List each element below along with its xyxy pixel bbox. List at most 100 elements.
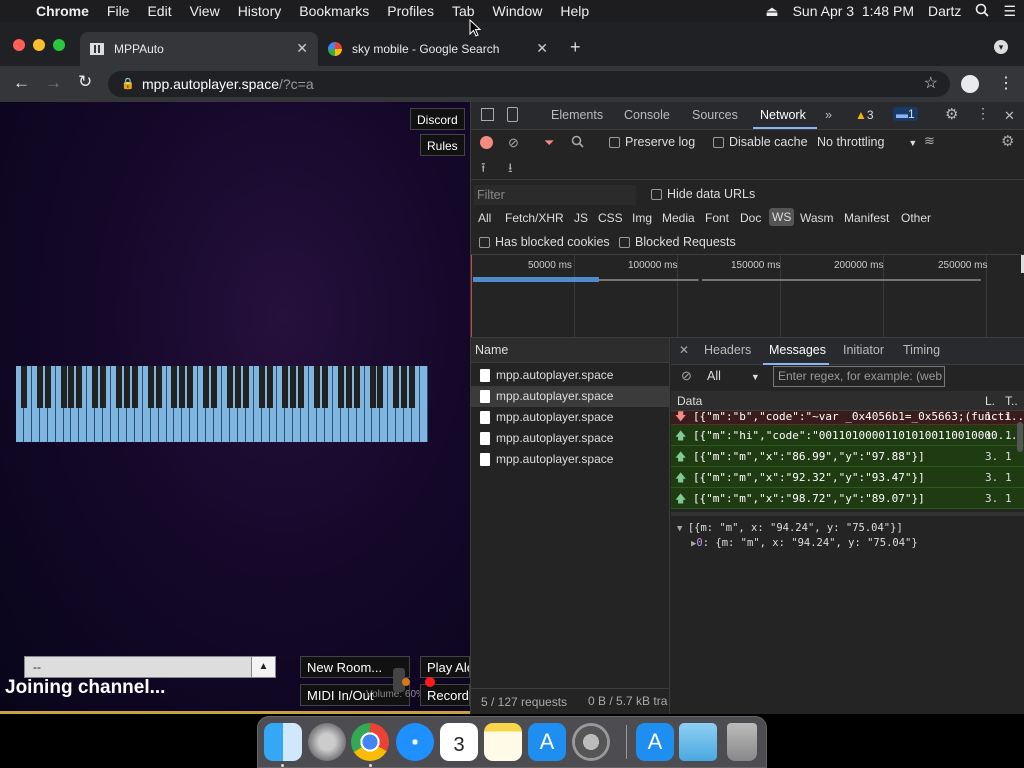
piano-black-key[interactable] <box>44 366 51 408</box>
reload-icon[interactable]: ↻ <box>78 72 92 92</box>
request-row-selected[interactable]: mpp.autoplayer.space <box>471 386 669 407</box>
export-har-icon[interactable]: ⭳ <box>508 159 513 181</box>
menubar-user[interactable]: Dartz <box>928 3 961 19</box>
piano-black-key[interactable] <box>171 366 178 408</box>
ws-message-row[interactable]: 🡅 [{"m":"m","x":"98.72","y":"89.07"}] 3.… <box>671 488 1024 509</box>
filter-funnel-icon[interactable]: ⏷ <box>544 135 554 151</box>
timeline-overview[interactable]: 50000 ms 100000 ms 150000 ms 200000 ms 2… <box>471 255 1024 337</box>
network-settings-icon[interactable]: ⚙ <box>1001 132 1014 150</box>
piano-black-key[interactable] <box>258 366 265 408</box>
safari-icon[interactable] <box>396 723 434 761</box>
detail-close-icon[interactable]: ✕ <box>679 343 689 357</box>
bookmark-star-icon[interactable]: ☆ <box>924 71 938 97</box>
window-minimize-button[interactable] <box>33 39 45 51</box>
filter-img[interactable]: Img <box>632 211 652 225</box>
discord-button[interactable]: Discord <box>410 108 465 130</box>
window-close-button[interactable] <box>13 39 25 51</box>
tab-headers[interactable]: Headers <box>704 343 751 357</box>
request-row[interactable]: mpp.autoplayer.space <box>471 449 669 470</box>
piano-black-key[interactable] <box>92 366 99 408</box>
piano-black-key[interactable] <box>147 366 154 408</box>
piano-black-key[interactable] <box>345 366 352 408</box>
menu-window[interactable]: Window <box>484 3 552 19</box>
filter-wasm[interactable]: Wasm <box>800 211 834 225</box>
piano-black-key[interactable] <box>393 366 400 408</box>
menubar-datetime[interactable]: Sun Apr 3 1:48 PM <box>793 3 914 19</box>
messages-scrollbar[interactable] <box>1017 422 1023 452</box>
piano-black-key[interactable] <box>298 366 305 408</box>
devtools-close-icon[interactable]: ✕ <box>1004 108 1015 124</box>
piano-black-key[interactable] <box>337 366 344 408</box>
filter-manifest[interactable]: Manifest <box>844 211 889 225</box>
calendar-icon[interactable]: 3 <box>440 723 478 761</box>
tab-close-icon[interactable]: ✕ <box>296 40 308 57</box>
messages-badge[interactable]: ▬1 <box>893 107 918 121</box>
finder-icon[interactable] <box>264 723 302 761</box>
hide-data-urls-checkbox[interactable]: Hide data URLs <box>651 187 755 201</box>
warnings-badge[interactable]: ▲3 <box>855 108 874 122</box>
menu-app-chrome[interactable]: Chrome <box>27 3 98 19</box>
tab-timing[interactable]: Timing <box>903 343 940 357</box>
eject-icon[interactable]: ⏏ <box>765 3 778 20</box>
tab-search-icon[interactable]: ▾ <box>994 40 1008 54</box>
piano-black-key[interactable] <box>203 366 210 408</box>
piano-black-key[interactable] <box>36 366 43 408</box>
notes-icon[interactable] <box>484 723 522 761</box>
tab-network[interactable]: Network <box>760 108 806 122</box>
preview-line[interactable]: ▶0: {m: "m", x: "94.24", y: "75.04"} <box>691 537 918 549</box>
system-preferences-icon[interactable] <box>572 723 610 761</box>
devtools-menu-icon[interactable]: ⋮ <box>976 105 990 122</box>
chrome-menu-icon[interactable]: ⋮ <box>998 73 1014 93</box>
ws-message-row[interactable]: 🡇 [{"m":"b","code":"~var _0x4056b1=_0x56… <box>671 411 1024 425</box>
menu-tab[interactable]: Tab <box>443 3 484 19</box>
clear-icon[interactable]: ⊘ <box>508 135 519 151</box>
network-conditions-icon[interactable]: ≋ <box>924 133 935 149</box>
tab-mppauto[interactable]: MPPAuto ✕ <box>80 32 318 66</box>
tab-sources[interactable]: Sources <box>692 108 738 122</box>
filter-js[interactable]: JS <box>574 211 588 225</box>
ws-message-row[interactable]: 🡅 [{"m":"m","x":"86.99","y":"97.88"}] 3.… <box>671 446 1024 467</box>
rules-button[interactable]: Rules <box>420 134 465 156</box>
time-column-header[interactable]: T.. <box>1005 391 1018 411</box>
piano-black-key[interactable] <box>100 366 107 408</box>
app-store-downloads-icon[interactable]: A <box>636 723 674 761</box>
tab-initiator[interactable]: Initiator <box>843 343 884 357</box>
piano-black-key[interactable] <box>123 366 130 408</box>
message-type-select[interactable]: All ▼ <box>707 369 760 383</box>
piano-black-key[interactable] <box>377 366 384 408</box>
piano-black-key[interactable] <box>60 366 67 408</box>
piano-black-key[interactable] <box>234 366 241 408</box>
menu-profiles[interactable]: Profiles <box>378 3 443 19</box>
forward-arrow-icon[interactable]: → <box>45 73 62 93</box>
profile-avatar-icon[interactable] <box>961 75 979 93</box>
back-arrow-icon[interactable]: ← <box>13 73 30 93</box>
ws-message-row[interactable]: 🡅 [{"m":"hi","code":"0011010000110101001… <box>671 425 1024 446</box>
piano-black-key[interactable] <box>409 366 416 408</box>
filter-css[interactable]: CSS <box>598 211 623 225</box>
menu-history[interactable]: History <box>229 3 291 19</box>
tab-console[interactable]: Console <box>624 108 670 122</box>
preview-line[interactable]: ▼ [{m: "m", x: "94.24", y: "75.04"}] <box>677 522 903 534</box>
request-row[interactable]: mpp.autoplayer.space <box>471 365 669 386</box>
piano-black-key[interactable] <box>179 366 186 408</box>
record-icon[interactable] <box>480 136 493 149</box>
filter-input[interactable]: Filter <box>474 185 636 205</box>
regex-filter-input[interactable]: Enter regex, for example: (web <box>773 366 945 387</box>
request-row[interactable]: mpp.autoplayer.space <box>471 407 669 428</box>
tab-messages[interactable]: Messages <box>769 343 826 357</box>
devtools-settings-icon[interactable]: ⚙ <box>945 105 958 123</box>
request-row[interactable]: mpp.autoplayer.space <box>471 428 669 449</box>
piano-black-key[interactable] <box>211 366 218 408</box>
tab-elements[interactable]: Elements <box>551 108 603 122</box>
filter-ws[interactable]: WS <box>769 208 795 226</box>
launchpad-icon[interactable] <box>308 723 346 761</box>
disable-cache-checkbox[interactable]: Disable cache <box>713 135 808 149</box>
piano-black-key[interactable] <box>187 366 194 408</box>
clear-messages-icon[interactable]: ⊘ <box>681 368 692 384</box>
piano-black-key[interactable] <box>68 366 75 408</box>
trash-icon[interactable] <box>727 723 757 761</box>
record-button[interactable]: Record <box>420 684 470 706</box>
has-blocked-cookies-checkbox[interactable]: Has blocked cookies <box>479 235 610 249</box>
piano-black-key[interactable] <box>116 366 122 408</box>
ws-message-row[interactable]: 🡅 [{"m":"m","x":"92.32","y":"93.47"}] 3.… <box>671 467 1024 488</box>
